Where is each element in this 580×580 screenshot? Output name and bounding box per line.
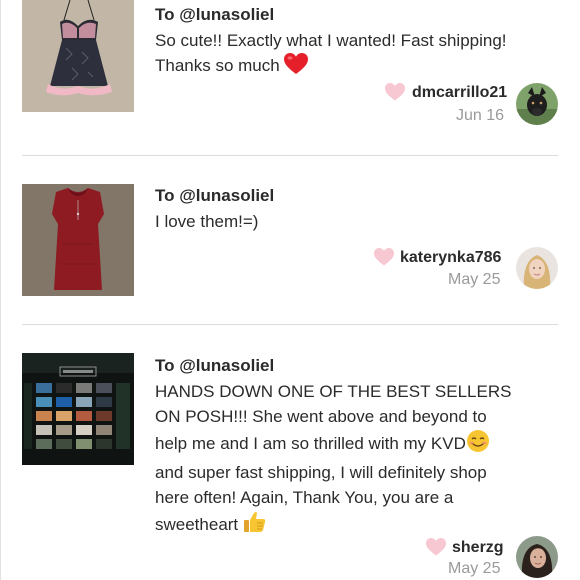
review-text-line: So cute!! Exactly what I wanted! Fast sh… [155,31,507,50]
product-thumbnail[interactable] [22,184,134,296]
review-text-line: Thanks so much [155,56,280,75]
like-heart-icon[interactable] [374,248,394,266]
thumbs-up-emoji [243,510,267,541]
review-text-line: here often! Again, Thank You, you are a [155,488,454,507]
review-text: I love them!=) [155,209,555,234]
blonde-woman-avatar[interactable] [516,247,558,289]
review-text-line: and super fast shipping, I will definite… [155,463,487,482]
review-divider [22,155,558,156]
red-heart-emoji [284,53,309,82]
review-date: Jun 16 [456,107,505,124]
like-heart-icon[interactable] [385,83,405,101]
review-text-line: I love them!=) [155,212,259,231]
review-recipient[interactable]: To @lunasoliel [155,186,274,206]
review-recipient[interactable]: To @lunasoliel [155,5,274,25]
product-thumbnail[interactable] [22,353,134,465]
review-card: To @lunasoliel So cute!! Exactly what I … [0,0,580,156]
review-text-line: sweetheart [155,515,239,534]
like-heart-icon[interactable] [426,538,446,556]
reviewer-username[interactable]: sherzg [452,539,504,557]
dog-avatar[interactable] [516,83,558,125]
woman-avatar[interactable] [516,536,558,578]
review-text: HANDS DOWN ONE OF THE BEST SELLERS ON PO… [155,379,555,541]
review-text-line: HANDS DOWN ONE OF THE BEST SELLERS [155,382,512,401]
review-divider [22,324,558,325]
product-thumbnail[interactable] [22,0,134,112]
reviewer-username[interactable]: dmcarrillo21 [412,84,507,102]
review-text: So cute!! Exactly what I wanted! Fast sh… [155,28,555,82]
review-date: May 25 [448,560,501,577]
review-text-line: help me and I am so thrilled with my KVD [155,434,466,453]
smiling-face-emoji [466,429,490,460]
review-recipient[interactable]: To @lunasoliel [155,356,274,376]
reviewer-username[interactable]: katerynka786 [400,249,501,267]
review-date: May 25 [448,271,501,288]
review-text-line: ON POSH!!! She went above and beyond to [155,407,487,426]
